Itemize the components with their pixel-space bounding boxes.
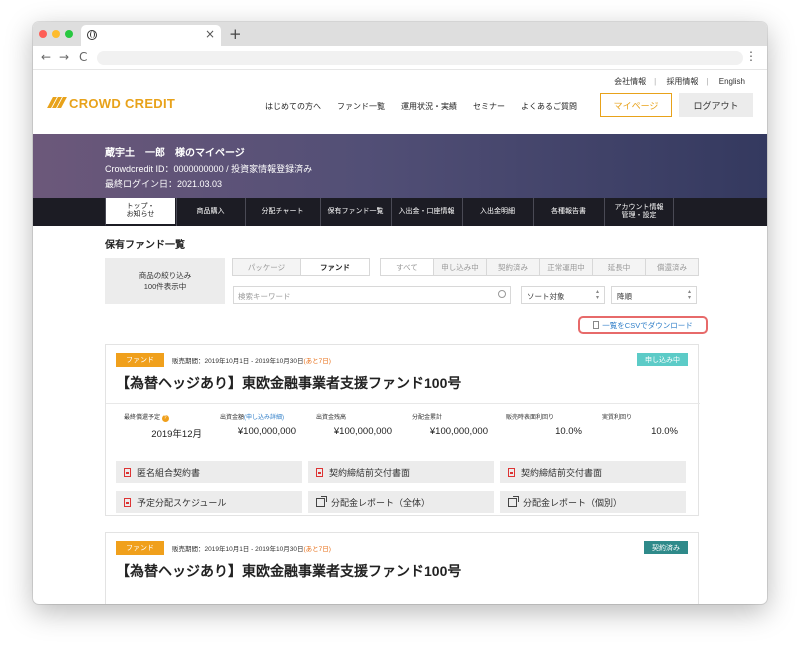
nav-faq[interactable]: よくあるご質問 <box>521 101 577 112</box>
recruit-link[interactable]: 採用情報 <box>666 77 698 86</box>
pdf-icon <box>124 467 131 477</box>
csv-download-button[interactable]: 一覧をCSVでダウンロード <box>578 316 708 334</box>
maximize-window-button[interactable] <box>65 30 73 38</box>
browser-tab[interactable]: × <box>81 25 221 46</box>
tab-all[interactable]: すべて <box>380 258 434 276</box>
status-badge: 申し込み中 <box>637 353 688 366</box>
file-icon <box>593 321 600 329</box>
close-tab-icon[interactable]: × <box>205 27 215 41</box>
fund-type-tag: ファンド <box>116 541 164 555</box>
site-logo[interactable]: CROWD CREDIT <box>47 95 175 111</box>
filter-summary: 商品の絞り込み 100件表示中 <box>105 258 225 304</box>
real-yield-value: 10.0% <box>651 426 678 437</box>
nav-beginners[interactable]: はじめての方へ <box>265 101 321 112</box>
tab-bar: × + <box>33 22 767 46</box>
last-login-line: 最終ログイン日：2021.03.03 <box>105 179 223 189</box>
tab-top-news[interactable]: トップ・ お知らせ <box>105 198 175 226</box>
pdf-icon <box>508 467 515 477</box>
status-tabs: すべて 申し込み中 契約済み 正常運用中 延長中 償還済み <box>380 258 699 276</box>
address-bar: ← → C ⋮ <box>33 46 767 70</box>
new-tab-button[interactable]: + <box>229 25 242 43</box>
order-select[interactable]: 降順 ▴ ▾ <box>611 286 697 304</box>
english-link[interactable]: English <box>719 77 745 86</box>
page: 会社情報 | 採用情報 | English CROWD CREDIT はじめての方へ… <box>33 70 767 604</box>
doc-button[interactable]: 予定分配スケジュール <box>116 491 302 513</box>
select-arrows-icon: ▴ ▾ <box>687 289 691 301</box>
doc-button[interactable]: 分配金レポート（全体） <box>308 491 494 513</box>
tab-reports[interactable]: 各種報告書 <box>533 198 603 226</box>
sort-select[interactable]: ソート対象 ▴ ▾ <box>521 286 605 304</box>
search-icon <box>498 290 506 298</box>
page-title: 保有ファンド一覧 <box>105 240 185 251</box>
fund-stats: 最終償還予定 ? 出資金額(申し込み詳細) 出資金残高 分配金累計 販売時表面利… <box>106 403 700 440</box>
type-tabs: パッケージ ファンド <box>232 258 370 276</box>
tab-contracted[interactable]: 契約済み <box>486 258 540 276</box>
pdf-icon <box>124 497 131 507</box>
main-nav: はじめての方へ ファンド一覧 運用状況・実績 セミナー よくあるご質問 <box>265 101 577 112</box>
external-link-icon <box>316 495 327 507</box>
logout-button[interactable]: ログアウト <box>679 93 753 117</box>
tab-account-settings[interactable]: アカウント情報 管理・設定 <box>604 198 674 226</box>
nav-funds[interactable]: ファンド一覧 <box>337 101 385 112</box>
fund-card: ファンド 販売期間：2019年10月1日 - 2019年10月30日(あと7日)… <box>105 532 699 604</box>
tab-extended[interactable]: 延長中 <box>592 258 646 276</box>
nav-performance[interactable]: 運用状況・実績 <box>401 101 457 112</box>
logo-text: CROWD CREDIT <box>69 95 176 111</box>
tab-fund[interactable]: ファンド <box>300 258 370 276</box>
search-input[interactable]: 検索キーワード <box>233 286 511 304</box>
fund-card: ファンド 販売期間：2019年10月1日 - 2019年10月30日(あと7日)… <box>105 344 700 516</box>
application-detail-link[interactable]: (申し込み詳細) <box>244 415 284 421</box>
tab-holdings[interactable]: 保有ファンド一覧 <box>320 198 390 226</box>
utility-links: 会社情報 | 採用情報 | English <box>614 77 745 86</box>
doc-button[interactable]: 匿名組合契約書 <box>116 461 302 483</box>
tab-package[interactable]: パッケージ <box>232 258 301 276</box>
logo-mark-icon <box>47 95 67 111</box>
url-input[interactable] <box>97 51 743 65</box>
sales-period: 販売期間：2019年10月1日 - 2019年10月30日(あと7日) <box>172 546 331 553</box>
close-window-button[interactable] <box>39 30 47 38</box>
back-arrow-icon[interactable]: ← <box>41 50 51 64</box>
select-arrows-icon: ▴ ▾ <box>595 289 599 301</box>
globe-icon <box>87 30 97 40</box>
company-info-link[interactable]: 会社情報 <box>614 77 646 86</box>
tab-redeemed[interactable]: 償還済み <box>645 258 699 276</box>
doc-button[interactable]: 分配金レポート（個別） <box>500 491 686 513</box>
reload-icon[interactable]: C <box>79 50 87 64</box>
tab-account-info[interactable]: 入出金・口座情報 <box>391 198 461 226</box>
doc-button[interactable]: 契約締結前交付書面 <box>500 461 686 483</box>
tab-purchase[interactable]: 商品購入 <box>176 198 244 226</box>
tab-operating[interactable]: 正常運用中 <box>539 258 593 276</box>
balance-value: ¥100,000,000 <box>333 426 392 437</box>
doc-button[interactable]: 契約締結前交付書面 <box>308 461 494 483</box>
pdf-icon <box>316 467 323 477</box>
browser-menu-icon[interactable]: ⋮ <box>745 49 757 63</box>
status-badge: 契約済み <box>644 541 688 554</box>
user-id-line: Crowdcredit ID：0000000000 / 投資家情報登録済み <box>105 164 313 174</box>
investment-value: ¥100,000,000 <box>237 426 296 437</box>
fund-title[interactable]: 【為替ヘッジあり】東欧金融事業者支援ファンド100号 <box>116 373 461 393</box>
mypage-subnav: トップ・ お知らせ 商品購入 分配チャート 保有ファンド一覧 入出金・口座情報 入… <box>33 198 767 226</box>
mypage-button[interactable]: マイページ <box>600 93 672 117</box>
fund-title[interactable]: 【為替ヘッジあり】東欧金融事業者支援ファンド100号 <box>116 561 461 581</box>
browser-window: × + ← → C ⋮ 会社情報 | 採用情報 | English CROWD CR… <box>33 22 767 604</box>
help-icon[interactable]: ? <box>161 415 169 422</box>
external-link-icon <box>508 495 519 507</box>
tab-distribution-chart[interactable]: 分配チャート <box>245 198 319 226</box>
maturity-value: 2019年12月 <box>151 429 202 440</box>
mypage-banner: 蔵宇土 一郎 様のマイページ Crowdcredit ID：0000000000… <box>33 134 767 198</box>
distribution-value: ¥100,000,000 <box>429 426 488 437</box>
sales-period: 販売期間：2019年10月1日 - 2019年10月30日(あと7日) <box>172 358 331 365</box>
minimize-window-button[interactable] <box>52 30 60 38</box>
fund-type-tag: ファンド <box>116 353 164 367</box>
tab-applying[interactable]: 申し込み中 <box>433 258 487 276</box>
yield-value: 10.0% <box>555 426 582 437</box>
forward-arrow-icon[interactable]: → <box>59 50 69 64</box>
nav-seminar[interactable]: セミナー <box>473 101 505 112</box>
user-greeting: 蔵宇土 一郎 様のマイページ <box>105 148 245 159</box>
tab-transactions[interactable]: 入出金明細 <box>462 198 532 226</box>
